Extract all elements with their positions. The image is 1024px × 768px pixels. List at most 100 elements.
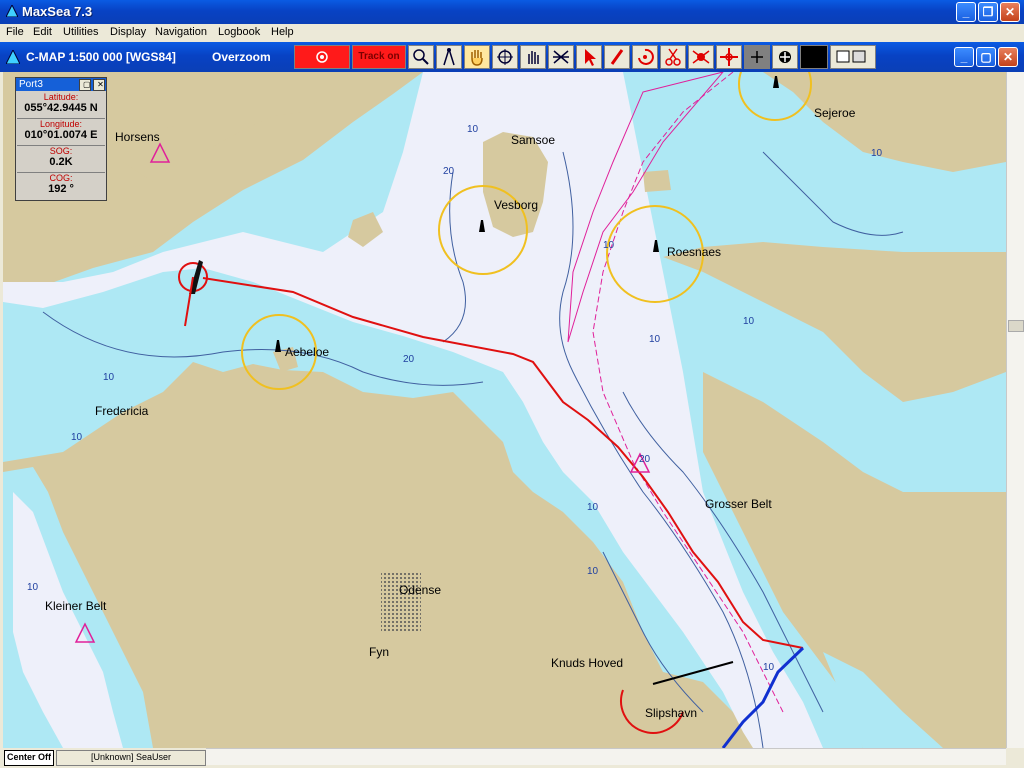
grid-icon xyxy=(553,50,569,64)
close-icon: ✕ xyxy=(1002,50,1014,64)
view-icon xyxy=(836,50,866,63)
route-icon xyxy=(638,48,654,65)
chart-minimize-button[interactable]: _ xyxy=(954,47,974,67)
menu-file[interactable]: File xyxy=(6,26,24,38)
plus-button[interactable] xyxy=(744,45,770,69)
center-off-button[interactable]: Center Off xyxy=(4,750,54,766)
pointer-icon xyxy=(585,49,596,66)
depth-label: 10 xyxy=(587,566,599,577)
compass-button[interactable] xyxy=(436,45,462,69)
hand-icon xyxy=(471,50,483,66)
menu-logbook[interactable]: Logbook xyxy=(218,26,260,38)
port3-restore-button[interactable]: ▢ xyxy=(79,79,91,91)
move-icon xyxy=(720,48,738,66)
place-sejeroe: Sejeroe xyxy=(814,106,856,120)
restore-icon: ❐ xyxy=(982,5,994,19)
odense-urban xyxy=(381,572,421,632)
longitude-value: 010°01.0074 E xyxy=(24,129,98,141)
place-grosser-belt: Grosser Belt xyxy=(705,497,772,511)
user-status: [Unknown] SeaUser xyxy=(56,750,206,766)
zoom-icon xyxy=(413,49,429,65)
zoom-button[interactable] xyxy=(408,45,434,69)
depth-label: 10 xyxy=(603,240,615,251)
move-button[interactable] xyxy=(716,45,742,69)
color-button[interactable] xyxy=(800,45,828,69)
latitude-row: Latitude: 055°42.9445 N xyxy=(17,92,105,119)
cog-value: 192 ° xyxy=(48,183,74,195)
chart-title-bar: C-MAP 1:500 000 [WGS84] Overzoom Track o… xyxy=(0,42,1024,72)
port3-close-button[interactable]: ✕ xyxy=(93,79,105,91)
horizontal-scrollbar[interactable] xyxy=(206,748,1006,765)
place-fredericia: Fredericia xyxy=(95,404,149,418)
route-button[interactable] xyxy=(632,45,658,69)
scissors-button[interactable] xyxy=(660,45,686,69)
place-slipshavn: Slipshavn xyxy=(645,706,698,720)
cursor-button[interactable] xyxy=(772,45,798,69)
port3-title: Port3 xyxy=(19,79,43,90)
chart-icon xyxy=(6,50,20,64)
vertical-scrollbar[interactable] xyxy=(1006,72,1024,748)
maximize-icon: ▢ xyxy=(980,50,992,64)
menu-navigation[interactable]: Navigation xyxy=(155,26,207,38)
chart-close-button[interactable]: ✕ xyxy=(998,47,1018,67)
place-odense: Odense xyxy=(399,583,442,597)
view-button[interactable] xyxy=(830,45,876,69)
depth-label: 10 xyxy=(71,432,83,443)
chart-maximize-button[interactable]: ▢ xyxy=(976,47,996,67)
restore-button[interactable]: ❐ xyxy=(978,2,998,22)
port3-title-bar[interactable]: Port3 ▢ ✕ xyxy=(16,78,106,91)
place-roesnaes: Roesnaes xyxy=(667,245,722,259)
menu-display[interactable]: Display xyxy=(110,26,146,38)
spider-icon xyxy=(692,50,710,64)
record-icon xyxy=(316,51,328,63)
plus-icon xyxy=(751,51,763,63)
menu-utilities[interactable]: Utilities xyxy=(63,26,98,38)
record-button[interactable] xyxy=(294,45,350,69)
sog-value: 0.2K xyxy=(49,156,73,168)
place-knuds-hoved: Knuds Hoved xyxy=(551,656,624,670)
window-title: MaxSea 7.3 xyxy=(22,4,93,19)
pan-button[interactable] xyxy=(520,45,546,69)
depth-label: 10 xyxy=(743,316,755,327)
latitude-value: 055°42.9445 N xyxy=(24,102,98,114)
target-button[interactable] xyxy=(492,45,518,69)
depth-label: 10 xyxy=(649,334,661,345)
spider-button[interactable] xyxy=(688,45,714,69)
cursor-icon xyxy=(779,51,791,63)
minimize-icon: _ xyxy=(962,5,970,19)
pencil-icon xyxy=(610,49,624,65)
grid-button[interactable] xyxy=(548,45,574,69)
hazard-triangle-icon xyxy=(149,142,171,163)
sog-label: SOG: xyxy=(49,146,73,156)
depth-label: 20 xyxy=(639,454,651,465)
place-fyn: Fyn xyxy=(369,645,390,659)
pointer-button[interactable] xyxy=(576,45,602,69)
chart-graphics xyxy=(3,72,1006,748)
minimize-button[interactable]: _ xyxy=(956,2,976,22)
chart-toolbar: Track on xyxy=(294,45,878,69)
depth-label: 10 xyxy=(763,662,775,673)
close-icon: ✕ xyxy=(97,80,104,89)
depth-label: 20 xyxy=(403,354,415,365)
cog-label: COG: xyxy=(49,173,73,183)
sog-row: SOG: 0.2K xyxy=(17,146,105,173)
longitude-row: Longitude: 010°01.0074 E xyxy=(17,119,105,146)
pan-icon xyxy=(528,51,539,64)
hand-button[interactable] xyxy=(464,45,490,69)
nautical-chart-map[interactable]: 10 20 10 10 10 20 10 10 10 20 10 10 10 1… xyxy=(3,72,1006,748)
menu-help[interactable]: Help xyxy=(271,26,294,38)
depth-label: 20 xyxy=(443,166,455,177)
minimize-icon: _ xyxy=(960,50,968,64)
place-aebeloe: Aebeloe xyxy=(285,345,330,359)
pencil-button[interactable] xyxy=(604,45,630,69)
port3-panel[interactable]: Port3 ▢ ✕ Latitude: 055°42.9445 N Longit… xyxy=(15,77,107,201)
compass-icon xyxy=(443,48,455,66)
vertical-scroll-thumb[interactable] xyxy=(1008,320,1024,332)
menu-edit[interactable]: Edit xyxy=(33,26,52,38)
depth-label: 10 xyxy=(27,582,39,593)
app-icon xyxy=(6,5,18,17)
track-on-button[interactable]: Track on xyxy=(352,45,406,69)
close-button[interactable]: ✕ xyxy=(1000,2,1020,22)
place-kleiner-belt: Kleiner Belt xyxy=(45,599,107,613)
chart-scale-title: C-MAP 1:500 000 [WGS84] xyxy=(26,50,176,64)
